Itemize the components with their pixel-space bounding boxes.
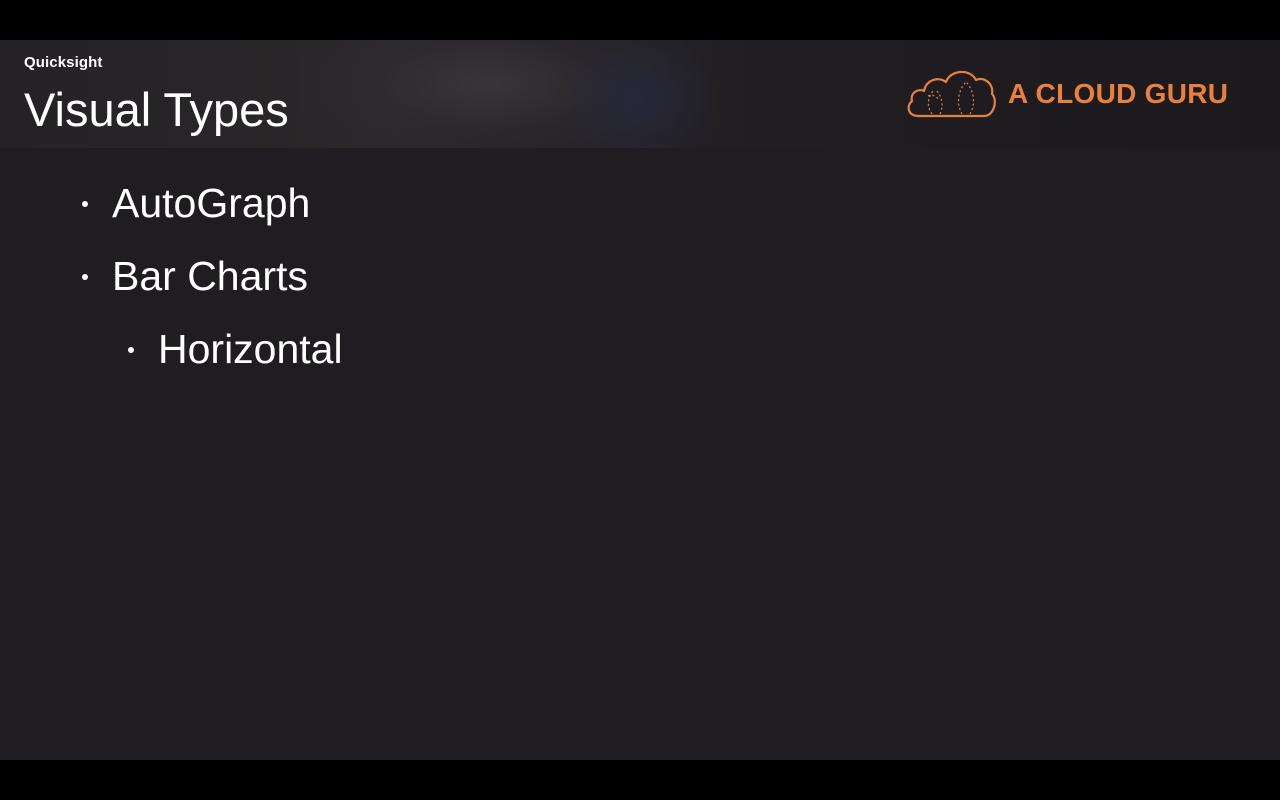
slide-title: Visual Types xyxy=(24,83,289,136)
bullet-item: AutoGraph xyxy=(82,180,310,227)
slide: Quicksight Visual Types A CLOUD GURU Aut… xyxy=(0,40,1280,760)
brand-logo-text: A CLOUD GURU xyxy=(1008,78,1229,109)
bullet-text: Bar Charts xyxy=(112,253,308,299)
bullet-text: AutoGraph xyxy=(112,180,311,226)
bullet-dot-icon xyxy=(128,346,134,353)
bullet-text: Horizontal xyxy=(158,326,343,372)
brand-logo: A CLOUD GURU xyxy=(904,66,1228,122)
bullet-dot-icon xyxy=(82,200,88,207)
cloud-logo-icon xyxy=(907,70,996,118)
slide-header: Quicksight Visual Types A CLOUD GURU xyxy=(0,40,1280,148)
presenter-video-overlay-accent xyxy=(560,40,720,148)
bullet-dot-icon xyxy=(82,273,88,280)
bullet-item: Bar Charts xyxy=(82,253,308,300)
course-label: Quicksight xyxy=(24,54,103,71)
letterbox-top xyxy=(0,0,1280,40)
sub-bullet-item: Horizontal xyxy=(128,326,343,373)
letterbox-bottom xyxy=(0,760,1280,800)
